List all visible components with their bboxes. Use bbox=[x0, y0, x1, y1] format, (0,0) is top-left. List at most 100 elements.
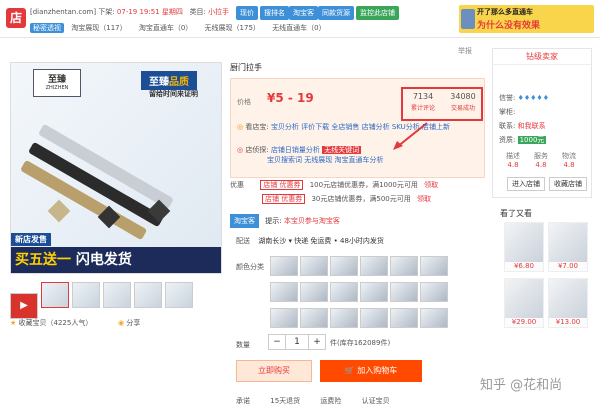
stats-row: 秘密透视 淘宝展现（117） 淘宝直通车（0） 无线展现（175） 无线直通车（… bbox=[30, 23, 336, 33]
color-option[interactable] bbox=[330, 282, 358, 302]
stat-wireless-display[interactable]: 无线展现（175） bbox=[205, 24, 260, 32]
ad-line-2: 为什么没有效果 bbox=[477, 21, 541, 31]
color-option[interactable] bbox=[360, 282, 388, 302]
ad-banner[interactable]: 开了那么多直通车 为什么没有效果 bbox=[459, 5, 594, 33]
dianzhentan-label: 店侦探: bbox=[245, 146, 269, 154]
share-icon: ◉ bbox=[118, 319, 125, 327]
stock-text: 件(库存162089件) bbox=[330, 339, 391, 347]
color-option[interactable] bbox=[300, 282, 328, 302]
stat-wireless-ztc[interactable]: 无线直通车（0） bbox=[272, 24, 325, 32]
site-link[interactable]: [dianzhentan.com] bbox=[30, 8, 96, 16]
color-option[interactable] bbox=[390, 282, 418, 302]
stat-taobao-ztc[interactable]: 淘宝直通车（0） bbox=[139, 24, 192, 32]
shipping-info[interactable]: 湖南长沙 ▾ 快递 免运费 • 48小时内发货 bbox=[258, 237, 384, 245]
recommend-item[interactable]: ¥6.80 bbox=[504, 222, 544, 272]
daily-sales-link[interactable]: 店铺日销量分析 bbox=[271, 146, 320, 154]
color-option[interactable] bbox=[300, 256, 328, 276]
promise-freight-insurance[interactable]: 运费险 bbox=[320, 397, 341, 405]
secret-tag[interactable]: 秘密透视 bbox=[30, 23, 64, 33]
coupon-row: 优惠 店铺 优惠券 100元店铺优惠券，满1000元可用 领取 bbox=[230, 180, 438, 190]
plus-button[interactable]: + bbox=[309, 335, 325, 349]
brand-name-cn: 至臻 bbox=[47, 75, 66, 85]
stat-taobao-display[interactable]: 淘宝展现（117） bbox=[71, 24, 126, 32]
recommend-price: ¥6.80 bbox=[505, 262, 543, 271]
owner-label: 掌柜: bbox=[499, 108, 516, 116]
coupon-get-link[interactable]: 领取 bbox=[424, 181, 438, 189]
minus-button[interactable]: − bbox=[269, 335, 285, 349]
dianzhentan-icon: ◎ bbox=[237, 146, 244, 154]
promise-certified[interactable]: 认证宝贝 bbox=[362, 397, 390, 405]
score-logistics: 物流 4.8 bbox=[555, 151, 583, 169]
color-option[interactable] bbox=[390, 256, 418, 276]
stat-reviews[interactable]: 7134 累计评论 bbox=[403, 92, 443, 112]
add-to-cart-button[interactable]: 🛒 加入购物车 bbox=[320, 360, 422, 382]
toolbar-button-taoke[interactable]: 淘宝客 bbox=[289, 6, 318, 20]
seller-credit: 信誉: ♦♦♦♦♦ bbox=[499, 93, 549, 103]
seller-qualification: 资质: 1000元 bbox=[499, 135, 547, 145]
promise-return[interactable]: 15天退货 bbox=[270, 397, 300, 405]
quality-title: 至臻品质 bbox=[141, 71, 197, 90]
contact-button[interactable]: 和我联系 bbox=[518, 122, 546, 130]
thumbnail[interactable] bbox=[134, 282, 162, 308]
delist-label: 下架: bbox=[98, 8, 115, 16]
wireless-keyword-tag[interactable]: 无线关键词 bbox=[322, 146, 362, 154]
kandianbao-links[interactable]: 宝贝分析 评价下载 全店销售 店铺分析 SKU分析 店铺上新 bbox=[271, 123, 450, 131]
product-main-image[interactable]: 至臻 ZHIZHEN 至臻品质 留给时间来证明 新店发售 买五送一 闪电发货 bbox=[10, 62, 222, 274]
thumbnail[interactable] bbox=[41, 282, 69, 308]
stat-transactions[interactable]: 34080 交易成功 bbox=[443, 92, 483, 112]
coupon-row: 店铺 优惠券 30元店铺优惠券，满500元可用 领取 bbox=[262, 194, 438, 204]
score-label: 描述 bbox=[506, 152, 520, 160]
coupon-text: 30元店铺优惠券，满500元可用 bbox=[311, 195, 411, 203]
kandianbao-icon: ◎ bbox=[237, 123, 244, 131]
score-value: 4.8 bbox=[535, 161, 547, 169]
color-option[interactable] bbox=[270, 256, 298, 276]
video-thumbnail[interactable]: ▶ bbox=[10, 293, 38, 319]
favorite-link[interactable]: ★ 收藏宝贝（4225人气） bbox=[10, 318, 92, 328]
seller-level: 钻级卖家 bbox=[493, 49, 591, 65]
color-option[interactable] bbox=[330, 308, 358, 328]
toolbar-button-monitor[interactable]: 监控此店铺 bbox=[356, 6, 399, 20]
quantity-input[interactable]: 1 bbox=[285, 335, 309, 349]
recommend-item[interactable]: ¥29.00 bbox=[504, 278, 544, 328]
promo-fast-ship: 闪电发货 bbox=[75, 252, 132, 268]
color-option[interactable] bbox=[330, 256, 358, 276]
color-option[interactable] bbox=[270, 308, 298, 328]
recommend-item[interactable]: ¥7.00 bbox=[548, 222, 588, 272]
toolbar-button-price[interactable]: 现价 bbox=[236, 6, 258, 20]
delist-date: 07-19 19:51 星期四 bbox=[116, 8, 183, 16]
report-link[interactable]: 举报 bbox=[458, 46, 472, 56]
quantity-stepper: −1 + bbox=[268, 334, 326, 350]
color-option[interactable] bbox=[420, 308, 448, 328]
recommend-price: ¥7.00 bbox=[549, 262, 587, 271]
toolbar-button-rank[interactable]: 搜排名 bbox=[260, 6, 289, 20]
dianzhentan-links[interactable]: 宝贝搜索词 无线展现 淘宝直通车分析 bbox=[267, 156, 383, 164]
color-option[interactable] bbox=[360, 256, 388, 276]
buy-now-button[interactable]: 立即购买 bbox=[236, 360, 312, 382]
collect-store-button[interactable]: 收藏店铺 bbox=[549, 177, 587, 191]
color-option[interactable] bbox=[420, 256, 448, 276]
color-option[interactable] bbox=[390, 308, 418, 328]
tab-taoke[interactable]: 淘宝客 bbox=[230, 214, 259, 228]
recommend-title: 看了又看 bbox=[500, 209, 532, 218]
enter-store-button[interactable]: 进入店铺 bbox=[507, 177, 545, 191]
thumbnail[interactable] bbox=[103, 282, 131, 308]
toolbar-button-source[interactable]: 同款货源 bbox=[318, 6, 354, 20]
recommend-item[interactable]: ¥13.00 bbox=[548, 278, 588, 328]
thumbnail[interactable] bbox=[72, 282, 100, 308]
price-box: 价格 ¥5 - 19 7134 累计评论 34080 交易成功 ◎ 看店宝: 宝… bbox=[230, 78, 485, 178]
color-option[interactable] bbox=[270, 282, 298, 302]
color-option[interactable] bbox=[300, 308, 328, 328]
thumbnail[interactable] bbox=[165, 282, 193, 308]
seller-scores: 描述 4.8 服务 4.8 物流 4.8 bbox=[499, 151, 589, 169]
color-option[interactable] bbox=[360, 308, 388, 328]
transactions-count: 34080 bbox=[450, 92, 476, 101]
contact-label: 联系: bbox=[499, 122, 516, 130]
color-option[interactable] bbox=[420, 282, 448, 302]
coupon-get-link[interactable]: 领取 bbox=[417, 195, 431, 203]
score-label: 物流 bbox=[562, 152, 576, 160]
shipping-label: 配送 bbox=[236, 237, 250, 245]
score-value: 4.8 bbox=[563, 161, 575, 169]
score-description: 描述 4.8 bbox=[499, 151, 527, 169]
price-value: ¥5 - 19 bbox=[267, 91, 314, 105]
share-link[interactable]: ◉ 分享 bbox=[118, 318, 140, 328]
